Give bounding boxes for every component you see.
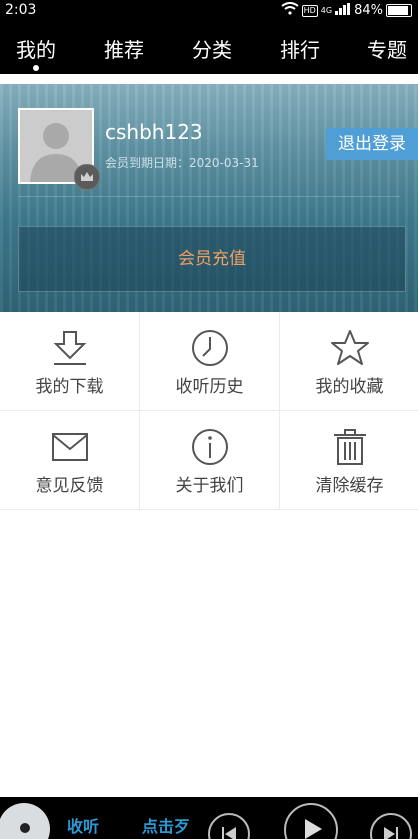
active-tab-indicator	[33, 65, 39, 71]
grid-item-history[interactable]: 收听历史	[140, 312, 280, 411]
next-icon	[384, 827, 398, 839]
grid-item-label: 意见反馈	[35, 476, 104, 496]
mini-player: 收听 点击歹	[0, 797, 418, 839]
clock-icon	[191, 330, 228, 366]
grid-item-clear-cache[interactable]: 清除缓存	[280, 411, 418, 510]
top-nav: 我的 推荐 分类 排行 专题	[0, 22, 418, 74]
star-icon	[330, 330, 369, 365]
battery-percent: 84%	[354, 3, 383, 18]
vip-crown-icon	[74, 164, 100, 190]
username: cshbh123	[105, 120, 203, 144]
grid-item-favorites[interactable]: 我的收藏	[280, 312, 418, 411]
mail-icon	[51, 433, 88, 461]
tab-category[interactable]: 分类	[192, 34, 232, 63]
player-label-listen: 收听	[67, 817, 100, 836]
grid-item-feedback[interactable]: 意见反馈	[0, 411, 140, 510]
status-time: 2:03	[5, 2, 37, 18]
feature-grid: 我的下载 收听历史 我的收藏 意见反馈 关于我们 清除缓存	[0, 312, 418, 510]
hd-badge: HD	[301, 4, 318, 17]
status-bar: 2:03 HD 4G 84%	[0, 0, 418, 22]
wifi-icon	[281, 2, 299, 19]
nav-divider	[0, 74, 418, 84]
player-label-track: 点击歹	[142, 817, 191, 836]
recharge-button[interactable]: 会员充值	[18, 226, 406, 292]
next-button[interactable]	[370, 813, 412, 839]
previous-icon	[222, 827, 236, 839]
battery-icon	[386, 4, 412, 17]
album-disc-icon[interactable]	[0, 803, 50, 839]
grid-item-label: 收听历史	[175, 377, 244, 397]
profile-header: cshbh123 会员到期日期：2020-03-31 退出登录 会员充值	[0, 84, 418, 312]
trash-icon	[333, 429, 366, 465]
tab-ranking[interactable]: 排行	[280, 34, 320, 63]
grid-item-label: 我的下载	[35, 377, 104, 397]
previous-button[interactable]	[208, 813, 250, 839]
logout-button[interactable]: 退出登录	[326, 128, 418, 160]
grid-item-label: 关于我们	[175, 476, 244, 496]
grid-item-label: 我的收藏	[315, 377, 384, 397]
divider	[18, 196, 400, 197]
membership-expiry: 会员到期日期：2020-03-31	[105, 156, 259, 170]
grid-item-about[interactable]: 关于我们	[140, 411, 280, 510]
tab-mine[interactable]: 我的	[16, 34, 56, 63]
network-type: 4G	[320, 6, 333, 15]
download-icon	[53, 331, 86, 365]
signal-icon	[335, 2, 351, 19]
tab-topics[interactable]: 专题	[367, 34, 407, 63]
tab-recommend[interactable]: 推荐	[104, 34, 144, 63]
info-icon	[191, 429, 228, 465]
grid-item-label: 清除缓存	[315, 476, 384, 496]
grid-item-downloads[interactable]: 我的下载	[0, 312, 140, 411]
status-icons: HD 4G 84%	[281, 2, 412, 19]
play-icon	[305, 819, 322, 839]
play-button[interactable]	[284, 803, 338, 839]
